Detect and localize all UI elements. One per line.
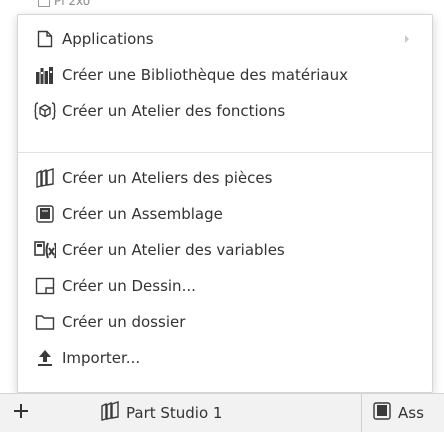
- menu-item-label: Créer un Atelier des fonctions: [62, 102, 286, 120]
- create-menu: Applications Créer une Bibliothèque des …: [17, 14, 433, 393]
- menu-item-import[interactable]: Importer...: [18, 340, 432, 376]
- page: Pl 2xo Applications Créer une Bibliothèq…: [0, 0, 444, 432]
- background-list-item-label: Pl 2xo: [54, 0, 91, 8]
- menu-item-label: Créer un Atelier des variables: [62, 241, 285, 259]
- menu-item-applications[interactable]: Applications: [18, 21, 432, 57]
- import-icon: [34, 347, 56, 369]
- menu-item-create-feature-studio[interactable]: Créer un Atelier des fonctions: [18, 93, 432, 129]
- assembly-icon: [372, 401, 392, 425]
- menu-item-label: Créer un Dessin...: [62, 277, 196, 295]
- material-library-icon: [34, 64, 56, 86]
- plus-icon: [13, 403, 29, 423]
- menu-item-create-part-studio[interactable]: Créer un Ateliers des pièces: [18, 160, 432, 196]
- menu-item-create-material-library[interactable]: Créer une Bibliothèque des matériaux: [18, 57, 432, 93]
- tab-label: Ass: [398, 404, 424, 422]
- menu-item-label: Créer un Ateliers des pièces: [62, 169, 273, 187]
- menu-item-create-drawing[interactable]: Créer un Dessin...: [18, 268, 432, 304]
- menu-item-label: Importer...: [62, 349, 141, 367]
- add-tab-button[interactable]: [8, 400, 34, 426]
- variable-studio-icon: [34, 239, 56, 261]
- document-icon: [34, 28, 56, 50]
- menu-item-label: Créer une Bibliothèque des matériaux: [62, 66, 349, 84]
- tab-assembly[interactable]: Ass: [362, 394, 444, 432]
- tab-bar: Part Studio 1 Ass: [0, 393, 444, 432]
- menu-separator: [18, 152, 432, 153]
- menu-item-create-variable-studio[interactable]: Créer un Atelier des variables: [18, 232, 432, 268]
- part-studio-icon: [100, 401, 120, 425]
- menu-item-label: Créer un Assemblage: [62, 205, 223, 223]
- background-list-item: Pl 2xo: [38, 0, 90, 9]
- assembly-icon: [34, 203, 56, 225]
- menu-item-label: Créer un dossier: [62, 313, 186, 331]
- tab-label: Part Studio 1: [126, 404, 223, 422]
- tab-part-studio-1[interactable]: Part Studio 1: [70, 394, 362, 432]
- folder-icon: [34, 311, 56, 333]
- part-studio-icon: [34, 167, 56, 189]
- menu-item-label: Applications: [62, 30, 154, 48]
- feature-studio-icon: [34, 100, 56, 122]
- file-icon: [38, 0, 50, 7]
- menu-item-create-folder[interactable]: Créer un dossier: [18, 304, 432, 340]
- chevron-right-icon: [402, 32, 412, 46]
- drawing-icon: [34, 275, 56, 297]
- menu-item-create-assembly[interactable]: Créer un Assemblage: [18, 196, 432, 232]
